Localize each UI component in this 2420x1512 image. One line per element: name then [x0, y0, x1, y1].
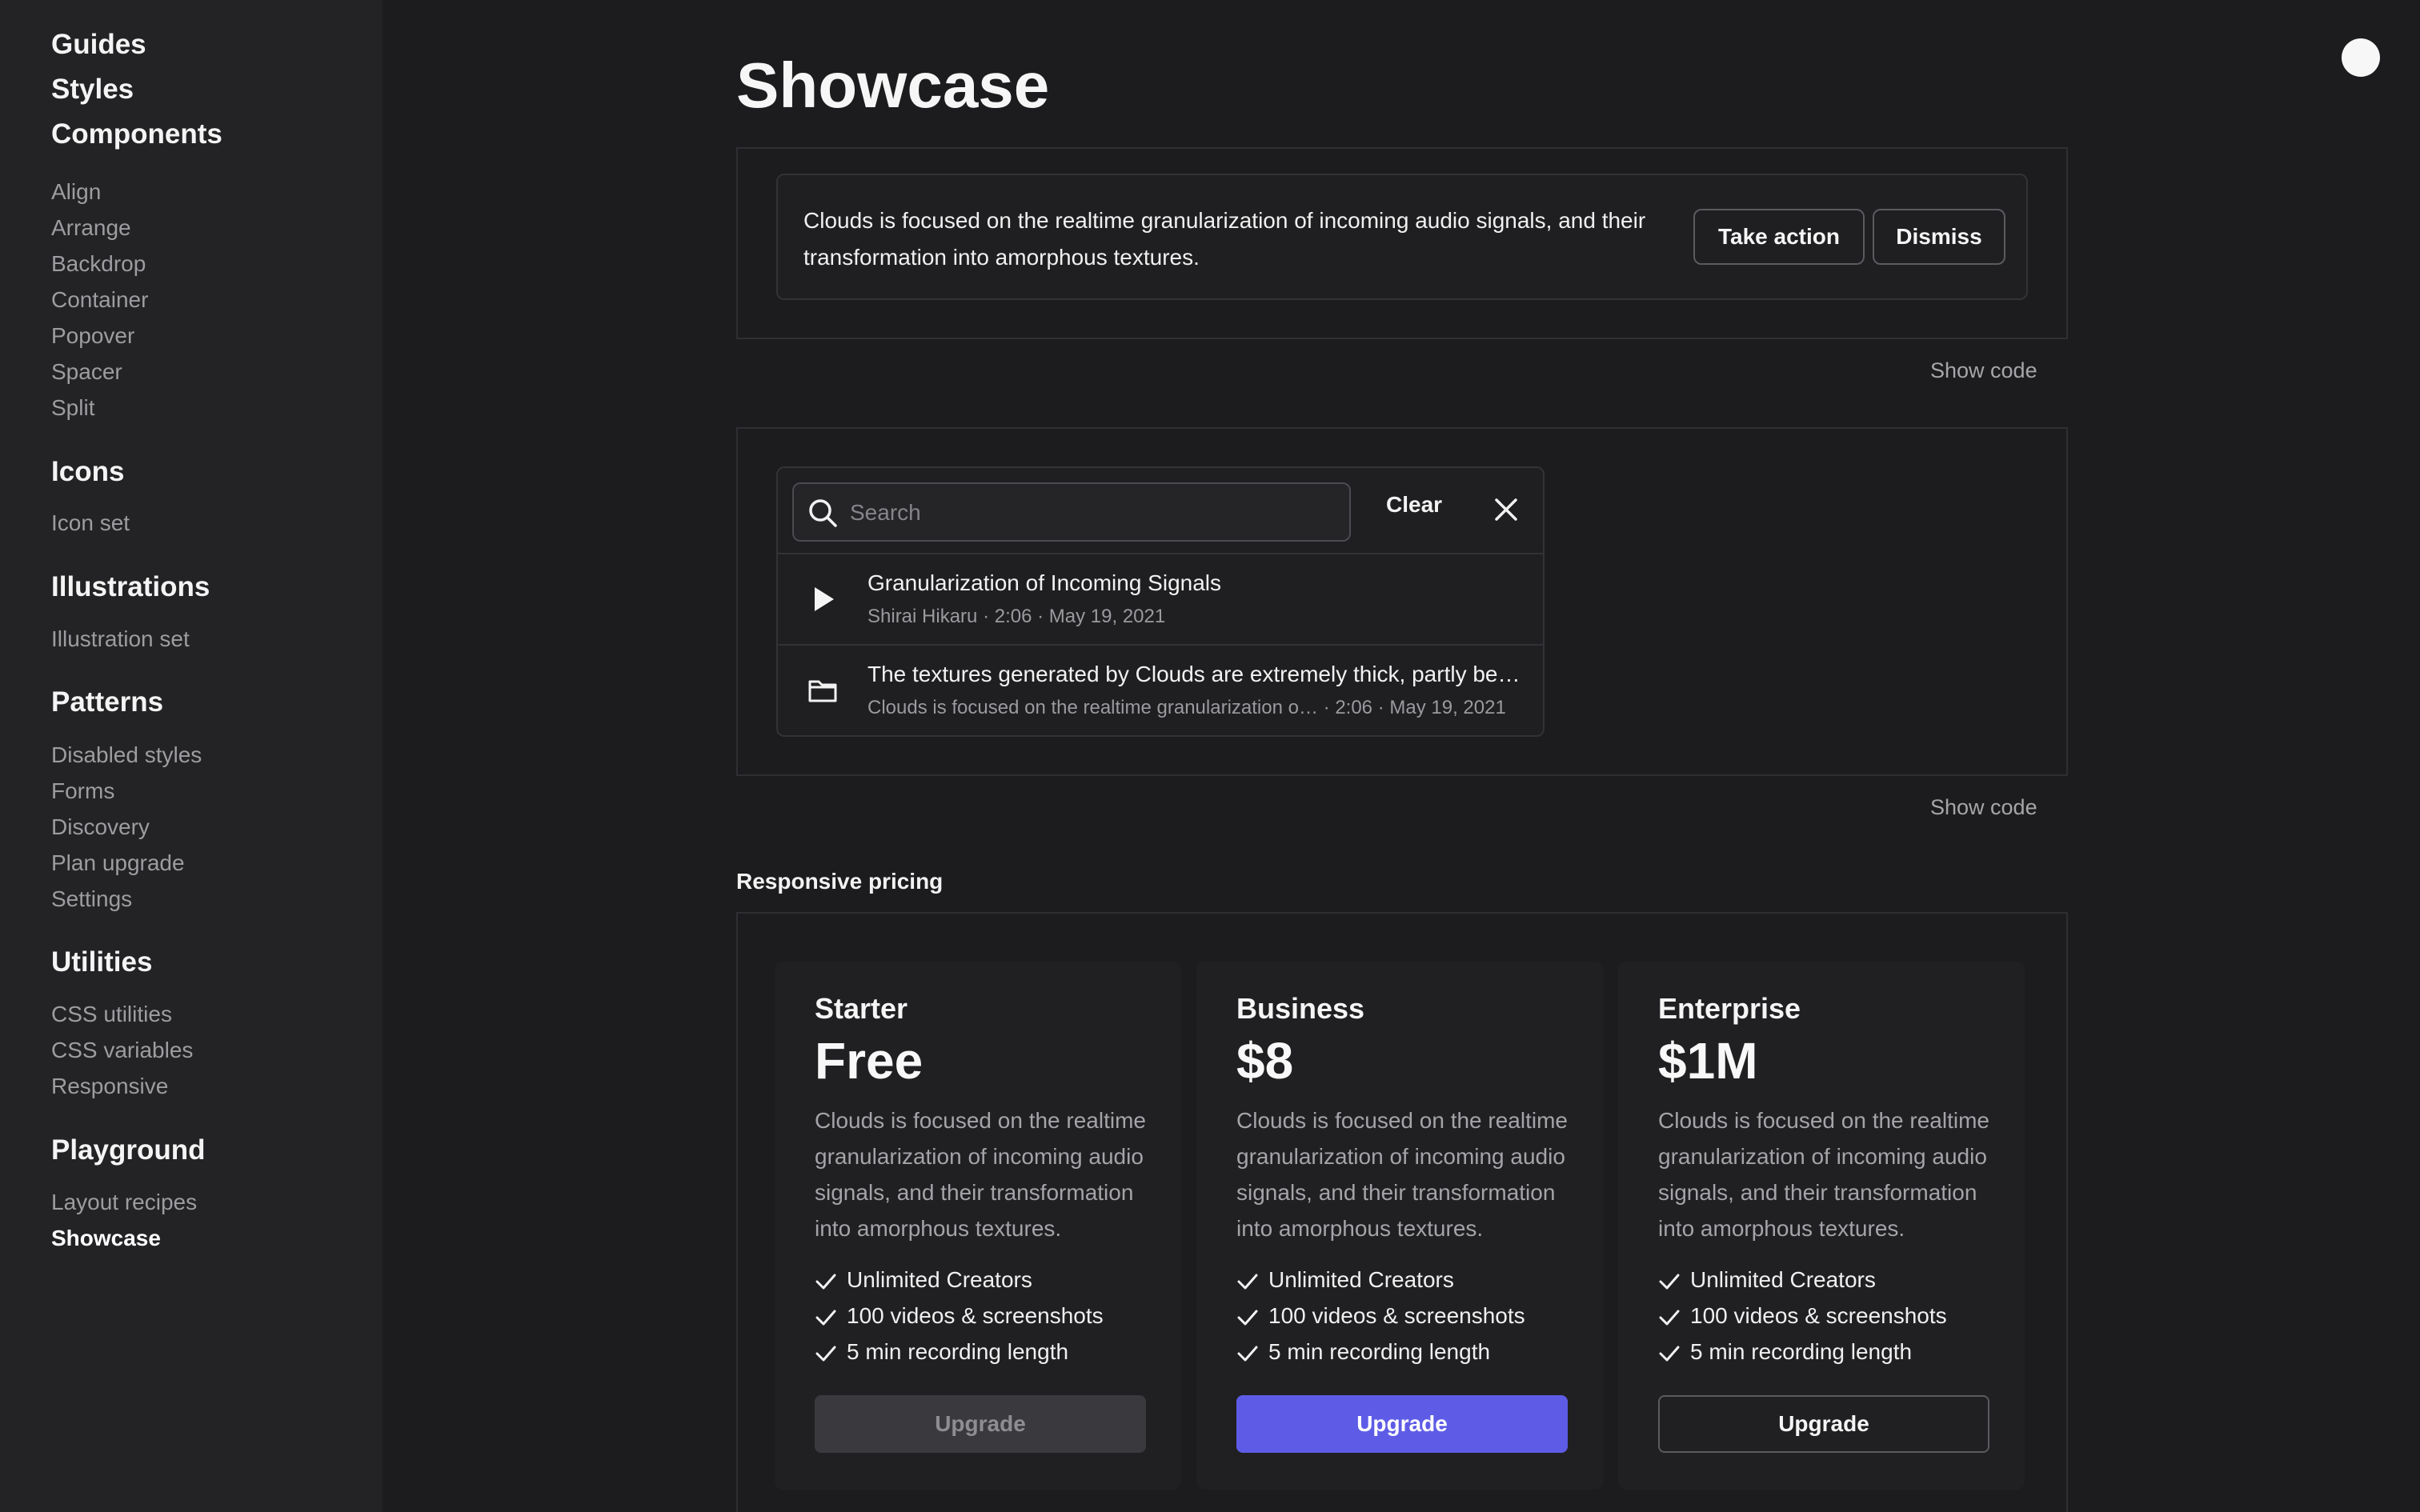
check-icon [1659, 1346, 1680, 1362]
result-title: Granularization of Incoming Signals [867, 570, 1222, 595]
search-placeholder: Search [850, 500, 921, 525]
sidebar-item-forms[interactable]: Forms [51, 778, 114, 805]
search-result-item[interactable]: Granularization of Incoming Signals Shir… [778, 553, 1543, 644]
result-duration: 2:06 [994, 606, 1032, 627]
sidebar-item-settings[interactable]: Settings [51, 886, 132, 913]
upgrade-button-starter[interactable]: Upgrade [815, 1395, 1146, 1453]
sidebar-heading-utilities[interactable]: Utilities [51, 946, 152, 978]
result-excerpt: Clouds is focused on the realtime granul… [867, 697, 1318, 718]
meta-separator: · [1323, 697, 1336, 718]
pricing-section-label: Responsive pricing [736, 869, 944, 894]
show-code-button[interactable]: Show code [1930, 795, 2037, 820]
sidebar-heading-components[interactable]: Components [51, 118, 222, 150]
sidebar-heading-guides[interactable]: Guides [51, 29, 146, 61]
plan-price: $8 [1236, 1032, 1294, 1090]
check-icon [1659, 1274, 1680, 1290]
clear-button[interactable]: Clear [1386, 492, 1442, 518]
search-icon [809, 499, 837, 527]
check-icon [1237, 1274, 1258, 1290]
sidebar-item-discovery[interactable]: Discovery [51, 814, 150, 841]
result-title: The textures generated by Clouds are ext… [867, 662, 1521, 686]
sidebar-item-icon-set[interactable]: Icon set [51, 510, 130, 537]
sidebar-item-illustration-set[interactable]: Illustration set [51, 626, 190, 653]
plan-card-business: Business $8 Clouds is focused on the rea… [1196, 962, 1603, 1490]
search-panel: Search Clear Granularization of Incoming… [776, 466, 1545, 737]
plan-description: Clouds is focused on the realtime granul… [1236, 1108, 1568, 1241]
sidebar-item-split[interactable]: Split [51, 394, 94, 422]
result-meta: Clouds is focused on the realtime granul… [867, 697, 1506, 719]
sidebar-heading-icons[interactable]: Icons [51, 456, 124, 488]
sidebar-item-layout-recipes[interactable]: Layout recipes [51, 1189, 197, 1216]
result-author: Shirai Hikaru [867, 606, 978, 627]
banner-text: Clouds is focused on the realtime granul… [803, 208, 1646, 270]
meta-separator: · [1377, 697, 1390, 718]
sidebar-item-spacer[interactable]: Spacer [51, 358, 122, 386]
sidebar-heading-patterns[interactable]: Patterns [51, 686, 163, 718]
banner: Clouds is focused on the realtime granul… [776, 174, 2028, 300]
check-icon [815, 1346, 836, 1362]
sidebar-item-popover[interactable]: Popover [51, 322, 134, 350]
sidebar-heading-styles[interactable]: Styles [51, 74, 134, 106]
result-duration: 2:06 [1335, 697, 1373, 718]
sidebar-item-css-variables[interactable]: CSS variables [51, 1037, 193, 1064]
take-action-button[interactable]: Take action [1693, 209, 1865, 265]
upgrade-button-enterprise[interactable]: Upgrade [1658, 1395, 1989, 1453]
sidebar-item-showcase[interactable]: Showcase [51, 1225, 161, 1252]
plan-description: Clouds is focused on the realtime granul… [1658, 1108, 1989, 1241]
meta-separator: · [983, 606, 995, 627]
plan-price: Free [815, 1032, 924, 1090]
show-code-button[interactable]: Show code [1930, 358, 2037, 383]
page-title: Showcase [736, 50, 1050, 121]
sidebar-item-arrange[interactable]: Arrange [51, 214, 131, 242]
sidebar-item-disabled-styles[interactable]: Disabled styles [51, 742, 202, 769]
plan-price: $1M [1658, 1032, 1758, 1090]
check-icon [1659, 1310, 1680, 1326]
check-icon [815, 1274, 836, 1290]
avatar[interactable] [2342, 38, 2380, 77]
sidebar-item-backdrop[interactable]: Backdrop [51, 250, 146, 278]
sidebar-item-align[interactable]: Align [51, 178, 101, 206]
sidebar-item-responsive[interactable]: Responsive [51, 1073, 168, 1100]
plan-card-enterprise: Enterprise $1M Clouds is focused on the … [1618, 962, 2025, 1490]
search-result-item[interactable]: The textures generated by Clouds are ext… [778, 644, 1543, 735]
result-meta: Shirai Hikaru · 2:06 · May 19, 2021 [867, 606, 1165, 628]
sidebar-heading-illustrations[interactable]: Illustrations [51, 571, 210, 603]
check-icon [1237, 1310, 1258, 1326]
dismiss-button[interactable]: Dismiss [1873, 209, 2005, 265]
result-date: May 19, 2021 [1048, 606, 1166, 627]
close-icon[interactable] [1493, 497, 1519, 522]
sidebar: Guides Styles Components Align Arrange B… [0, 0, 383, 1512]
plan-name: Enterprise [1658, 992, 1801, 1025]
search-input[interactable]: Search [792, 482, 1351, 542]
sidebar-item-container[interactable]: Container [51, 286, 148, 314]
plan-card-starter: Starter Free Clouds is focused on the re… [775, 962, 1181, 1490]
play-icon [815, 587, 834, 611]
sidebar-heading-playground[interactable]: Playground [51, 1134, 206, 1166]
plan-name: Business [1236, 992, 1365, 1025]
sidebar-item-css-utilities[interactable]: CSS utilities [51, 1001, 172, 1028]
check-icon [815, 1310, 836, 1326]
meta-separator: · [1037, 606, 1049, 627]
plan-name: Starter [815, 992, 908, 1025]
plan-description: Clouds is focused on the realtime granul… [815, 1108, 1146, 1241]
folder-icon [808, 680, 837, 702]
upgrade-button-business[interactable]: Upgrade [1236, 1395, 1568, 1453]
result-date: May 19, 2021 [1389, 697, 1506, 718]
sidebar-item-plan-upgrade[interactable]: Plan upgrade [51, 850, 185, 877]
check-icon [1237, 1346, 1258, 1362]
